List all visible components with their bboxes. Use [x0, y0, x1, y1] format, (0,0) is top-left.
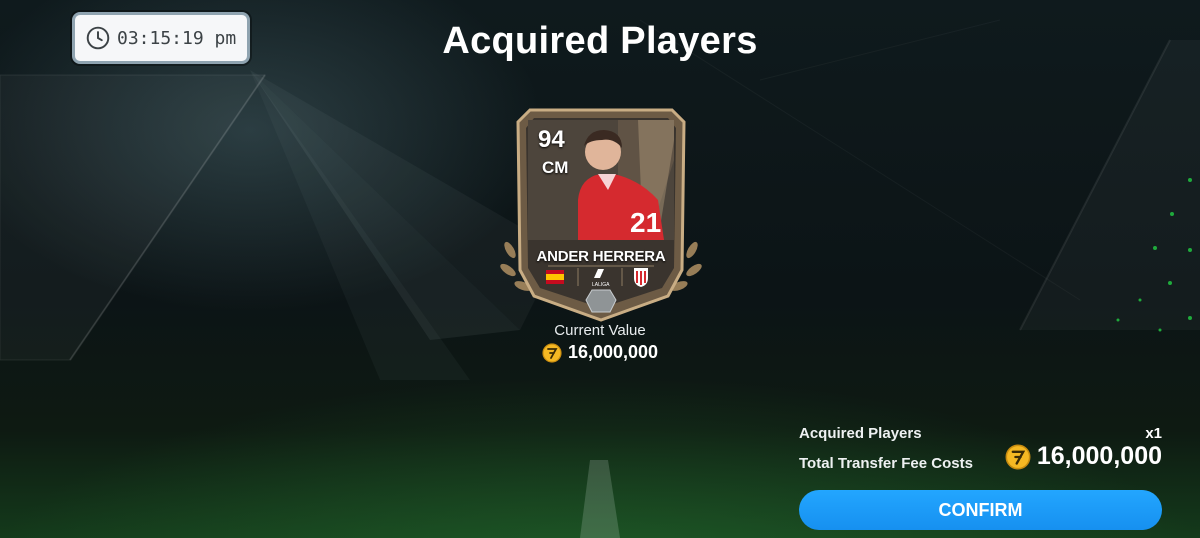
total-fee-amount: 16,000,000	[1036, 442, 1162, 470]
page-title: Acquired Players	[442, 20, 758, 62]
current-value-label: Current Value	[554, 322, 646, 339]
player-position: CM	[542, 158, 569, 177]
league-label: LALIGA	[592, 282, 610, 288]
card-tier-icon	[585, 289, 617, 313]
acquired-players-label: Acquired Players	[799, 425, 922, 442]
spain-flag-icon	[546, 270, 564, 284]
laliga-icon: LALIGA	[592, 269, 610, 288]
player-badges: LALIGA	[546, 268, 648, 288]
coin-icon	[1005, 444, 1031, 469]
club-crest-icon	[634, 268, 648, 287]
total-fee: 16,000,000	[1005, 442, 1162, 471]
confirm-button[interactable]: CONFIRM	[799, 490, 1162, 530]
player-card[interactable]: 21 94 CM ANDER HERRERA LALIGA	[498, 100, 704, 332]
svg-text:21: 21	[630, 207, 661, 238]
acquired-players-count: x1	[1145, 425, 1162, 442]
total-fee-label: Total Transfer Fee Costs	[799, 455, 973, 472]
player-name: ANDER HERRERA	[536, 248, 666, 265]
card-frame: 21	[500, 108, 702, 322]
coin-icon	[542, 342, 562, 363]
player-rating: 94	[538, 126, 565, 153]
current-value: 16,000,000	[500, 342, 700, 363]
current-value-amount: 16,000,000	[567, 342, 659, 362]
